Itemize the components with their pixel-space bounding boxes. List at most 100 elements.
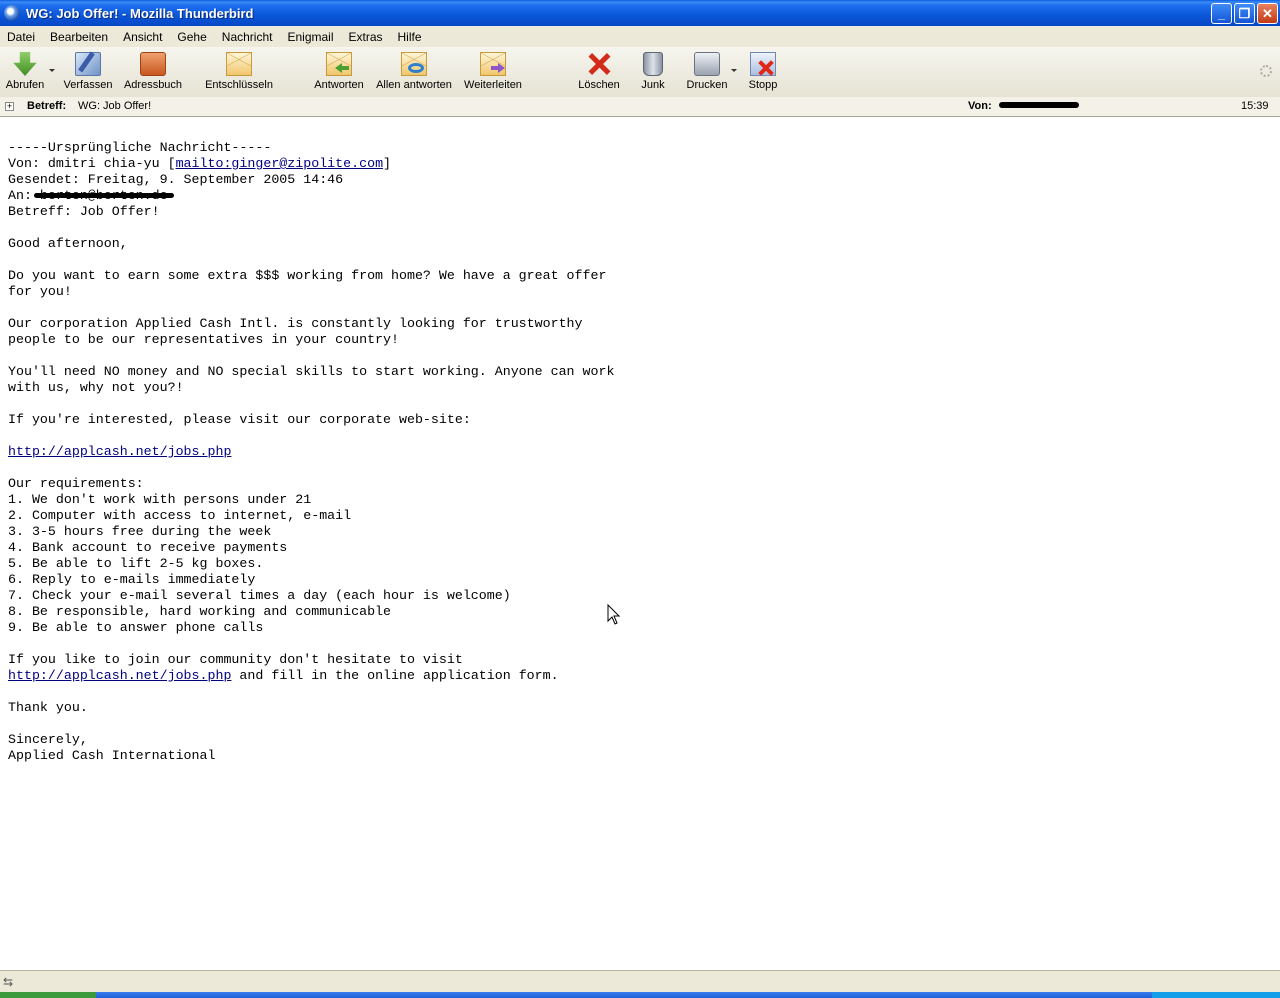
stop-button[interactable]: Stopp — [746, 52, 780, 91]
message-line: Sincerely, — [8, 732, 88, 747]
message-line — [8, 636, 1268, 652]
message-body: -----Ursprüngliche Nachricht----- Von: dm… — [8, 140, 1268, 764]
message-line — [8, 348, 1268, 364]
subject-value: WG: Job Offer! — [78, 100, 152, 112]
junk-button[interactable]: Junk — [636, 52, 670, 91]
windows-taskbar — [0, 992, 1280, 998]
message-line — [8, 716, 1268, 732]
start-button[interactable] — [0, 992, 96, 998]
trash-can-icon — [643, 52, 663, 76]
message-line: Gesendet: Freitag, 9. September 2005 14:… — [8, 172, 344, 187]
online-status-icon[interactable]: ⇆ — [3, 975, 17, 989]
menu-datei[interactable]: Datei — [0, 30, 43, 44]
close-button[interactable]: ✕ — [1257, 3, 1278, 24]
message-line: 1. We don't work with persons under 21 — [8, 492, 312, 507]
message-line — [8, 460, 1268, 476]
menu-gehe[interactable]: Gehe — [170, 30, 214, 44]
message-line: http://applcash.net/jobs.php and fill in… — [8, 668, 1268, 684]
write-button[interactable]: Verfassen — [62, 52, 114, 91]
redaction-bar — [33, 193, 174, 198]
message-line: 7. Check your e-mail several times a day… — [8, 588, 511, 603]
menu-bar: Datei Bearbeiten Ansicht Gehe Nachricht … — [0, 26, 1280, 47]
message-link[interactable]: http://applcash.net/jobs.php — [8, 444, 231, 459]
message-link[interactable]: mailto:ginger@zipolite.com — [176, 156, 383, 171]
menu-bearbeiten[interactable]: Bearbeiten — [43, 30, 116, 44]
get-mail-dropdown-icon[interactable] — [49, 69, 55, 72]
get-mail-icon — [13, 52, 37, 76]
message-line: 6. Reply to e-mails immediately — [8, 572, 256, 587]
message-line: 3. 3-5 hours free during the week — [8, 524, 272, 539]
subject-label: Betreff: — [27, 100, 67, 112]
line-text: Von: dmitri chia-yu [ — [8, 156, 176, 171]
message-line: Applied Cash International — [8, 748, 216, 763]
message-line: If you like to join our community don't … — [8, 652, 463, 667]
message-line — [8, 252, 1268, 268]
reply-icon — [326, 52, 352, 76]
message-line: 8. Be responsible, hard working and comm… — [8, 604, 392, 619]
message-line: An: berten@berten.de — [8, 188, 1268, 204]
message-line: You'll need NO money and NO special skil… — [8, 364, 615, 379]
from-label: Von: — [968, 100, 992, 112]
message-line — [8, 428, 1268, 444]
message-line: 4. Bank account to receive payments — [8, 540, 288, 555]
print-button[interactable]: Drucken — [684, 52, 730, 91]
get-mail-button[interactable]: Abrufen — [4, 52, 46, 91]
menu-hilfe[interactable]: Hilfe — [391, 30, 430, 44]
message-line: Our corporation Applied Cash Intl. is co… — [8, 316, 583, 331]
message-line: 9. Be able to answer phone calls — [8, 620, 264, 635]
decrypt-mail-icon — [226, 52, 252, 76]
address-book-icon — [140, 52, 166, 76]
line-text: and fill in the online application form. — [231, 668, 559, 683]
message-line — [8, 300, 1268, 316]
activity-throbber-icon — [1260, 65, 1272, 77]
print-dropdown-icon[interactable] — [731, 69, 737, 72]
message-line: http://applcash.net/jobs.php — [8, 444, 1268, 460]
redacted-recipient: berten@berten.de — [33, 188, 174, 204]
system-tray — [1152, 992, 1280, 998]
delete-button[interactable]: Löschen — [577, 52, 621, 91]
minimize-button[interactable]: _ — [1211, 3, 1232, 24]
message-line: Good afternoon, — [8, 236, 128, 251]
message-line — [8, 220, 1268, 236]
message-line — [8, 684, 1268, 700]
message-line: Betreff: Job Offer! — [8, 204, 160, 219]
message-line: -----Ursprüngliche Nachricht----- — [8, 140, 272, 155]
line-text: ] — [383, 156, 392, 171]
menu-nachricht[interactable]: Nachricht — [215, 30, 281, 44]
delete-icon — [586, 52, 612, 76]
message-header-pane: + Betreff: WG: Job Offer! Von: 15:39 — [0, 97, 1280, 117]
thunderbird-icon — [4, 5, 20, 21]
restore-button[interactable]: ❐ — [1234, 3, 1255, 24]
window-title: WG: Job Offer! - Mozilla Thunderbird — [26, 5, 254, 21]
title-bar: WG: Job Offer! - Mozilla Thunderbird _ ❐… — [0, 0, 1280, 26]
menu-ansicht[interactable]: Ansicht — [116, 30, 170, 44]
message-line: If you're interested, please visit our c… — [8, 412, 471, 427]
message-time: 15:39 — [1241, 100, 1269, 112]
main-toolbar: Abrufen Verfassen Adressbuch Entschlüsse… — [0, 47, 1280, 98]
reply-button[interactable]: Antworten — [311, 52, 367, 91]
message-line: Von: dmitri chia-yu [mailto:ginger@zipol… — [8, 156, 1268, 172]
expand-headers-icon[interactable]: + — [5, 102, 14, 111]
message-line: Do you want to earn some extra $$$ worki… — [8, 268, 607, 283]
forward-icon — [480, 52, 506, 76]
decrypt-button[interactable]: Entschlüsseln — [205, 52, 273, 91]
printer-icon — [694, 52, 720, 76]
compose-icon — [75, 52, 101, 76]
message-line: 2. Computer with access to internet, e-m… — [8, 508, 352, 523]
message-line: people to be our representatives in your… — [8, 332, 399, 347]
forward-button[interactable]: Weiterleiten — [462, 52, 524, 91]
reply-all-icon — [401, 52, 427, 76]
message-line: Thank you. — [8, 700, 88, 715]
reply-all-button[interactable]: Allen antworten — [374, 52, 454, 91]
menu-extras[interactable]: Extras — [342, 30, 391, 44]
message-line: 5. Be able to lift 2-5 kg boxes. — [8, 556, 264, 571]
message-line: with us, why not you?! — [8, 380, 184, 395]
message-line: Our requirements: — [8, 476, 144, 491]
status-bar: ⇆ — [0, 970, 1280, 993]
window-controls: _ ❐ ✕ — [1211, 3, 1278, 24]
address-book-button[interactable]: Adressbuch — [122, 52, 184, 91]
message-line — [8, 396, 1268, 412]
menu-enigmail[interactable]: Enigmail — [280, 30, 341, 44]
from-address-redacted[interactable] — [999, 102, 1079, 108]
message-link[interactable]: http://applcash.net/jobs.php — [8, 668, 231, 683]
